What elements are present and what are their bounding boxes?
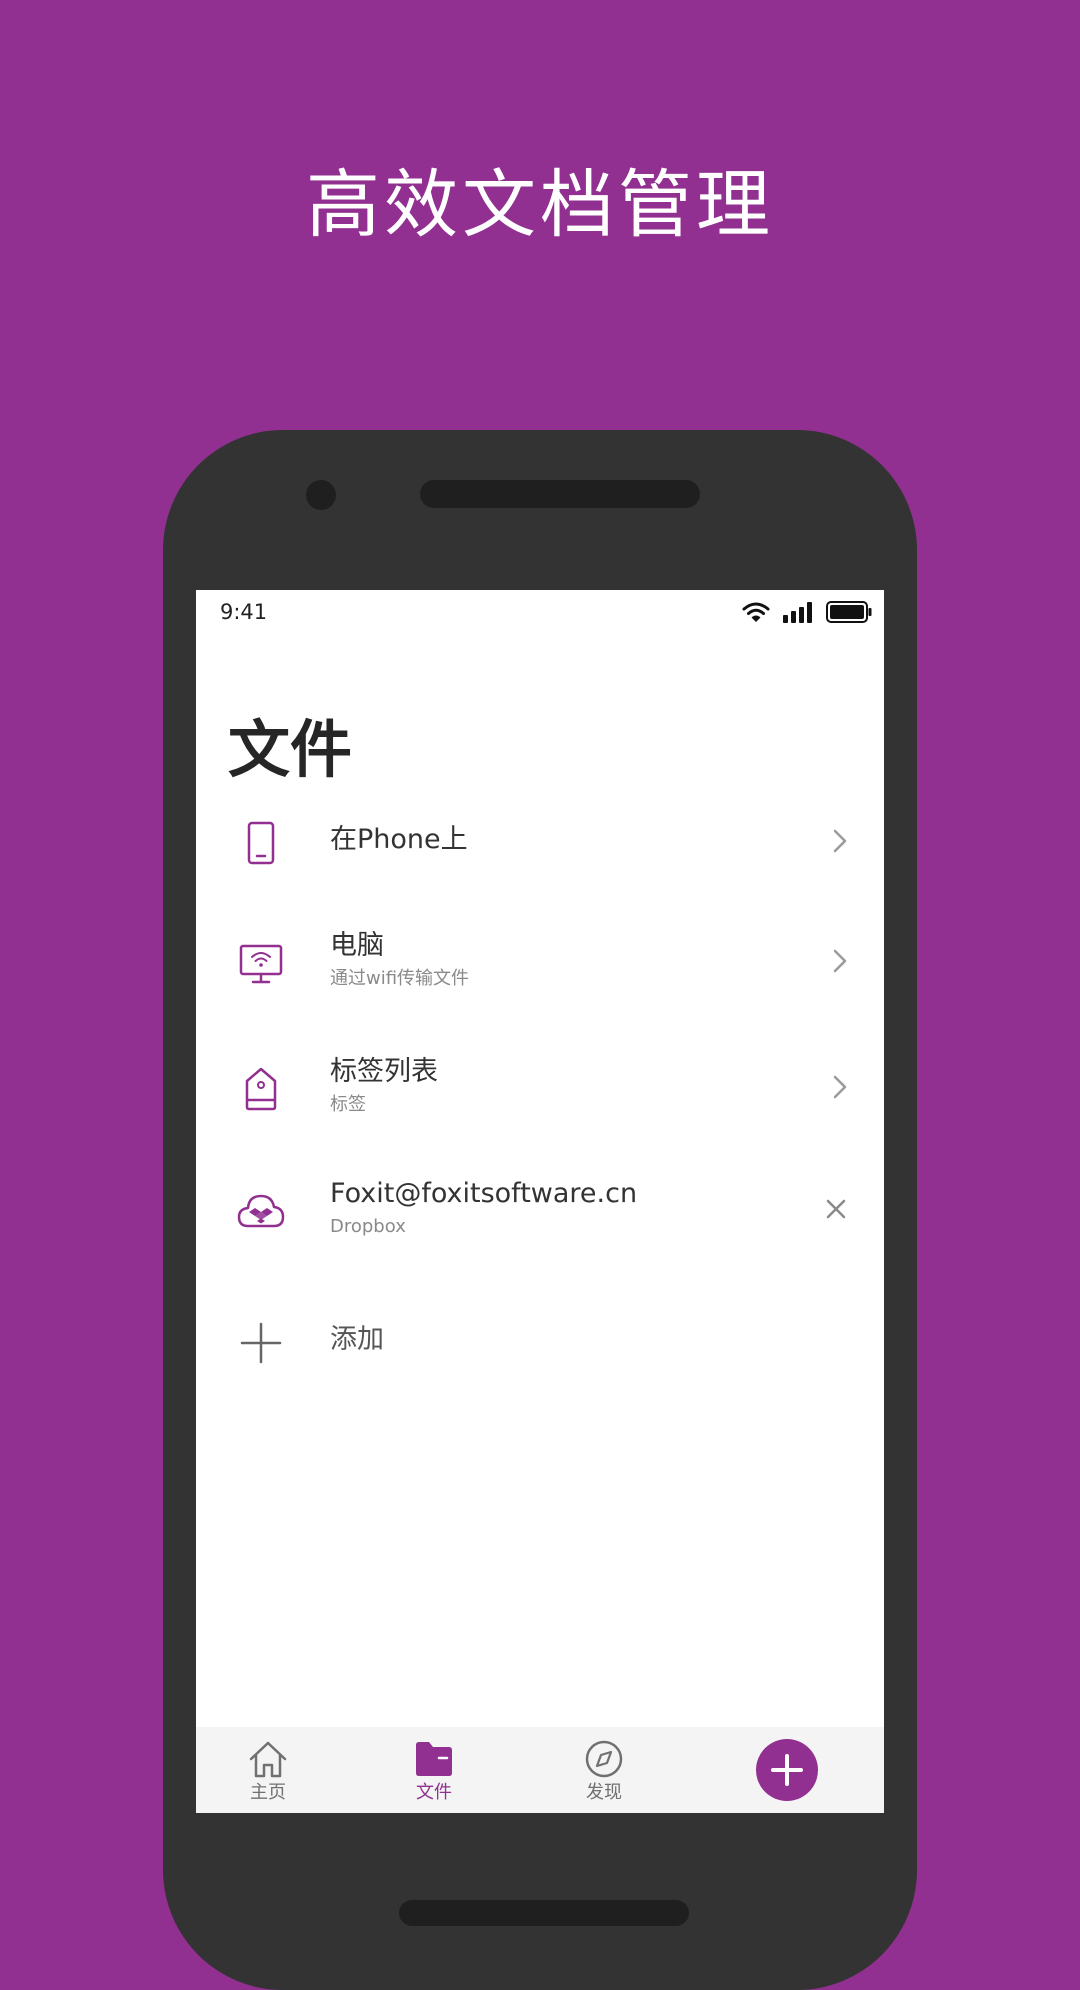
earpiece-speaker [420, 480, 700, 508]
chevron-right-icon [833, 949, 847, 973]
chevron-right-icon [833, 1075, 847, 1099]
promo-headline: 高效文档管理 [306, 162, 774, 248]
wifi-icon [742, 602, 770, 622]
row-texts: Foxit@foxitsoftware.cn Dropbox [330, 1158, 637, 1258]
row-title: 在Phone上 [330, 824, 468, 855]
create-fab-button[interactable] [756, 1739, 818, 1801]
phone-icon [247, 821, 275, 865]
home-icon [249, 1741, 287, 1778]
row-subtitle: Dropbox [330, 1216, 406, 1237]
status-bar: 9:41 [196, 590, 884, 636]
tab-label: 发现 [586, 1782, 622, 1803]
add-location-row[interactable]: 添加 [196, 1290, 884, 1390]
status-time: 9:41 [220, 600, 268, 624]
tab-label: 主页 [250, 1782, 286, 1803]
page-title: 文件 [228, 713, 353, 786]
location-row-tags[interactable]: 标签列表 标签 [196, 1036, 884, 1136]
phone-mockup: 9:41 文件 在Phone上 电脑 通过wifi传输文件 标签列表 标签 Fo… [163, 430, 917, 1990]
location-row-dropbox[interactable]: Foxit@foxitsoftware.cn Dropbox [196, 1158, 884, 1258]
close-icon[interactable] [822, 1194, 850, 1224]
signal-icon [783, 602, 812, 623]
plus-icon [240, 1322, 282, 1364]
compass-icon [585, 1740, 623, 1778]
plus-icon [771, 1754, 803, 1786]
dropbox-cloud-icon [237, 1194, 285, 1228]
chevron-right-icon [833, 829, 847, 853]
battery-icon [826, 601, 872, 623]
tab-home[interactable]: 主页 [218, 1739, 318, 1813]
row-title: 电脑 [330, 930, 384, 961]
tab-discover[interactable]: 发现 [554, 1739, 654, 1813]
row-texts: 标签列表 标签 [330, 1036, 438, 1136]
front-camera [306, 480, 336, 510]
tag-icon [245, 1067, 277, 1111]
row-texts: 在Phone上 [330, 790, 468, 890]
row-title: Foxit@foxitsoftware.cn [330, 1178, 638, 1209]
folder-icon [416, 1742, 452, 1776]
row-subtitle: 标签 [330, 1094, 366, 1115]
tab-label: 文件 [416, 1782, 452, 1803]
monitor-wifi-icon [239, 944, 283, 984]
row-subtitle: 通过wifi传输文件 [330, 968, 470, 989]
tab-files[interactable]: 文件 [384, 1739, 484, 1813]
status-icons [742, 598, 872, 626]
bottom-tab-bar: 主页 文件 发现 [196, 1727, 884, 1813]
row-texts: 电脑 通过wifi传输文件 [330, 910, 469, 1010]
location-row-computer[interactable]: 电脑 通过wifi传输文件 [196, 910, 884, 1010]
location-row-phone[interactable]: 在Phone上 [196, 790, 884, 890]
row-title: 添加 [330, 1324, 384, 1355]
app-screen: 9:41 文件 在Phone上 电脑 通过wifi传输文件 标签列表 标签 Fo… [196, 590, 884, 1813]
row-texts: 添加 [330, 1290, 384, 1390]
home-indicator [399, 1900, 689, 1926]
row-title: 标签列表 [330, 1056, 438, 1087]
